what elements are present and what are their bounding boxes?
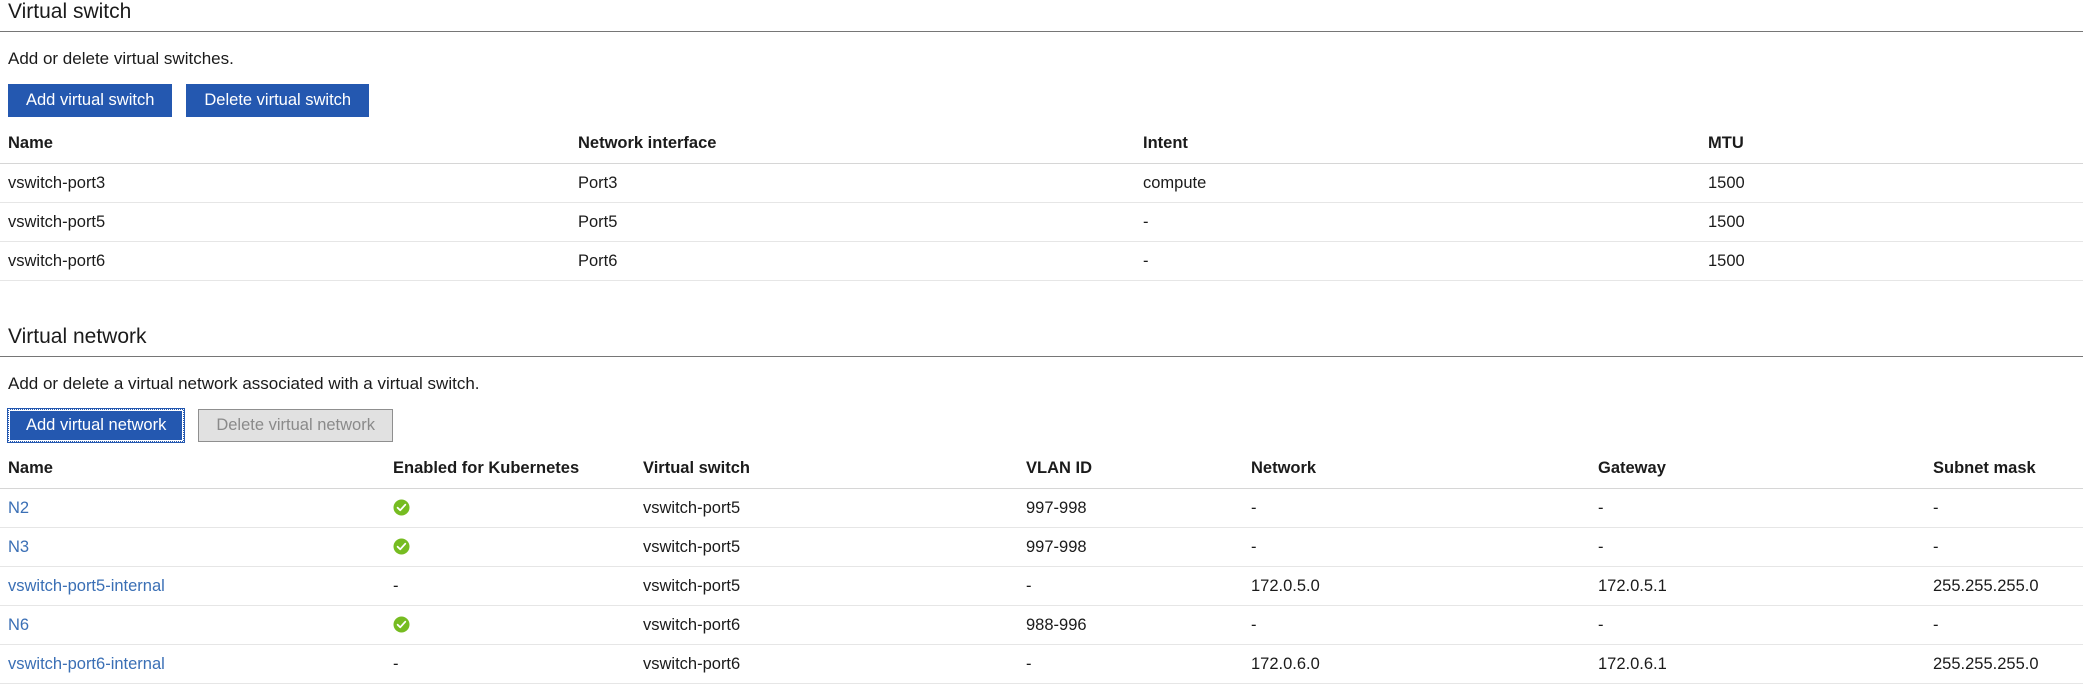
add-virtual-switch-button[interactable]: Add virtual switch: [8, 84, 172, 117]
page-title: Virtual switch: [0, 0, 2083, 31]
cell-network-interface: Port3: [570, 164, 1135, 203]
cell-subnet-mask: 255.255.255.0: [1925, 645, 2083, 684]
cell-subnet-mask: -: [1925, 489, 2083, 528]
virtual-switch-section: Virtual switch Add or delete virtual swi…: [0, 0, 2083, 281]
cell-enabled-for-kubernetes: [385, 489, 635, 528]
cell-subnet-mask: 255.255.255.0: [1925, 567, 2083, 606]
virtual-network-section: Virtual network Add or delete a virtual …: [0, 325, 2083, 684]
virtual-network-link[interactable]: vswitch-port5-internal: [8, 577, 165, 595]
cell-enabled-for-kubernetes: [385, 528, 635, 567]
cell-mtu: 1500: [1700, 203, 2083, 242]
cell-mtu: 1500: [1700, 164, 2083, 203]
cell-enabled-for-kubernetes: -: [385, 645, 635, 684]
cell-network: 172.0.5.0: [1243, 567, 1590, 606]
column-header-subnet-mask: Subnet mask: [1925, 458, 2083, 489]
virtual-network-link[interactable]: vswitch-port6-internal: [8, 655, 165, 673]
cell-gateway: -: [1590, 489, 1925, 528]
cell-gateway: 172.0.5.1: [1590, 567, 1925, 606]
virtual-network-table: Name Enabled for Kubernetes Virtual swit…: [0, 458, 2083, 684]
cell-vlan-id: -: [1018, 567, 1243, 606]
cell-network-interface: Port6: [570, 242, 1135, 281]
cell-network: -: [1243, 489, 1590, 528]
column-header-mtu: MTU: [1700, 133, 2083, 164]
cell-subnet-mask: -: [1925, 606, 2083, 645]
cell-intent: compute: [1135, 164, 1700, 203]
column-header-gateway: Gateway: [1590, 458, 1925, 489]
virtual-switch-table: Name Network interface Intent MTU vswitc…: [0, 133, 2083, 281]
cell-network: -: [1243, 606, 1590, 645]
cell-name: vswitch-port5-internal: [0, 567, 385, 606]
cell-virtual-switch: vswitch-port5: [635, 567, 1018, 606]
cell-virtual-switch: vswitch-port6: [635, 645, 1018, 684]
settings-page: Virtual switch Add or delete virtual swi…: [0, 0, 2083, 684]
delete-virtual-switch-button[interactable]: Delete virtual switch: [186, 84, 369, 117]
virtual-switch-toolbar: Add virtual switch Delete virtual switch: [0, 70, 2083, 117]
cell-network: -: [1243, 528, 1590, 567]
column-header-enabled-for-kubernetes: Enabled for Kubernetes: [385, 458, 635, 489]
virtual-switch-description: Add or delete virtual switches.: [0, 32, 2083, 70]
section-spacer: [0, 281, 2083, 325]
cell-intent: -: [1135, 203, 1700, 242]
cell-name: N2: [0, 489, 385, 528]
delete-virtual-network-button[interactable]: Delete virtual network: [198, 409, 393, 442]
cell-enabled-for-kubernetes: -: [385, 567, 635, 606]
cell-name: vswitch-port3: [0, 164, 570, 203]
cell-vlan-id: -: [1018, 645, 1243, 684]
column-header-vlan-id: VLAN ID: [1018, 458, 1243, 489]
virtual-network-link[interactable]: N6: [8, 616, 29, 634]
column-header-network: Network: [1243, 458, 1590, 489]
check-circle-icon: [393, 616, 410, 633]
cell-name: N3: [0, 528, 385, 567]
cell-virtual-switch: vswitch-port6: [635, 606, 1018, 645]
virtual-network-link[interactable]: N2: [8, 499, 29, 517]
cell-virtual-switch: vswitch-port5: [635, 489, 1018, 528]
check-circle-icon: [393, 499, 410, 516]
table-row[interactable]: vswitch-port5-internal - vswitch-port5 -…: [0, 567, 2083, 606]
table-row[interactable]: vswitch-port6 Port6 - 1500: [0, 242, 2083, 281]
table-row[interactable]: vswitch-port5 Port5 - 1500: [0, 203, 2083, 242]
virtual-network-title: Virtual network: [0, 325, 2083, 356]
cell-gateway: -: [1590, 528, 1925, 567]
virtual-network-toolbar: Add virtual network Delete virtual netwo…: [0, 395, 2083, 442]
table-row[interactable]: vswitch-port6-internal - vswitch-port6 -…: [0, 645, 2083, 684]
cell-gateway: 172.0.6.1: [1590, 645, 1925, 684]
column-header-virtual-switch: Virtual switch: [635, 458, 1018, 489]
column-header-intent: Intent: [1135, 133, 1700, 164]
cell-name: vswitch-port6: [0, 242, 570, 281]
check-circle-icon: [393, 538, 410, 555]
cell-name: N6: [0, 606, 385, 645]
cell-vlan-id: 997-998: [1018, 528, 1243, 567]
table-row[interactable]: vswitch-port3 Port3 compute 1500: [0, 164, 2083, 203]
cell-mtu: 1500: [1700, 242, 2083, 281]
cell-vlan-id: 997-998: [1018, 489, 1243, 528]
column-header-name: Name: [0, 458, 385, 489]
cell-subnet-mask: -: [1925, 528, 2083, 567]
cell-gateway: -: [1590, 606, 1925, 645]
cell-name: vswitch-port6-internal: [0, 645, 385, 684]
cell-network-interface: Port5: [570, 203, 1135, 242]
table-row[interactable]: N6 vswitch-port6 988-996 - -: [0, 606, 2083, 645]
add-virtual-network-button[interactable]: Add virtual network: [8, 409, 184, 442]
table-header-row: Name Enabled for Kubernetes Virtual swit…: [0, 458, 2083, 489]
cell-enabled-for-kubernetes: [385, 606, 635, 645]
cell-network: 172.0.6.0: [1243, 645, 1590, 684]
virtual-network-description: Add or delete a virtual network associat…: [0, 357, 2083, 395]
cell-vlan-id: 988-996: [1018, 606, 1243, 645]
table-header-row: Name Network interface Intent MTU: [0, 133, 2083, 164]
column-header-network-interface: Network interface: [570, 133, 1135, 164]
table-row[interactable]: N2 vswitch-port5 997-998 - -: [0, 489, 2083, 528]
cell-virtual-switch: vswitch-port5: [635, 528, 1018, 567]
column-header-name: Name: [0, 133, 570, 164]
cell-name: vswitch-port5: [0, 203, 570, 242]
cell-intent: -: [1135, 242, 1700, 281]
table-row[interactable]: N3 vswitch-port5 997-998 - -: [0, 528, 2083, 567]
virtual-network-link[interactable]: N3: [8, 538, 29, 556]
